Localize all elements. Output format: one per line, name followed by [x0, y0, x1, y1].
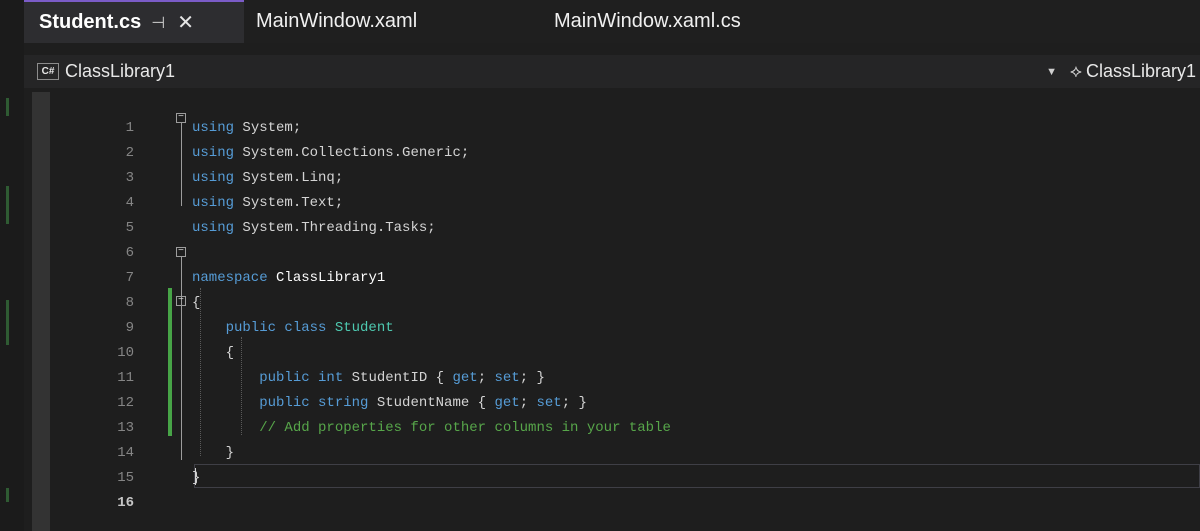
code-line: // Add properties for other columns in y…	[192, 420, 671, 436]
code-token: get	[494, 395, 520, 411]
code-token: get	[452, 370, 478, 386]
code-token: public int	[192, 370, 352, 386]
csharp-project-icon: C#	[37, 63, 59, 80]
line-number: 12	[117, 395, 134, 411]
class-icon: ⟡	[1070, 61, 1082, 81]
navigation-bar: C# ClassLibrary1 ▼ ⟡ ClassLibrary1	[24, 55, 1200, 88]
code-token: public class	[192, 320, 335, 336]
code-token: using	[192, 120, 235, 136]
tab-student-cs[interactable]: Student.cs ⊣ ✕	[24, 0, 244, 43]
line-number: 13	[117, 420, 134, 436]
code-token: ClassLibrary1	[267, 270, 386, 286]
line-number: 4	[125, 195, 134, 211]
line-number: 10	[117, 345, 134, 361]
chevron-down-icon[interactable]: ▼	[1046, 66, 1057, 78]
class-scope-label: ClassLibrary1	[1085, 61, 1196, 81]
code-token: System;	[234, 120, 302, 136]
code-token: namespace	[192, 270, 268, 286]
code-token: public string	[192, 395, 377, 411]
code-token: Student	[334, 320, 394, 336]
tab-label: Student.cs	[39, 11, 142, 33]
outline-line	[181, 257, 182, 460]
line-number: 5	[125, 220, 134, 236]
tab-label: MainWindow.xaml	[256, 10, 418, 32]
tab-mainwindow-xaml-cs[interactable]: MainWindow.xaml.cs	[542, 0, 862, 43]
change-bar	[168, 288, 172, 436]
code-token: {	[192, 345, 235, 361]
line-number: 1	[125, 120, 134, 136]
code-token: using	[192, 220, 235, 236]
code-token: System.Threading.Tasks;	[234, 220, 436, 236]
line-number: 8	[125, 295, 134, 311]
line-number: 3	[125, 170, 134, 186]
line-number: 14	[117, 445, 134, 461]
tab-label: MainWindow.xaml.cs	[554, 10, 741, 32]
rail-marker	[6, 488, 9, 502]
code-line: using System.Collections.Generic;	[192, 145, 469, 161]
code-line: using System.Threading.Tasks;	[192, 220, 436, 236]
code-token: StudentName {	[376, 395, 495, 411]
pin-icon[interactable]: ⊣	[151, 13, 165, 33]
code-line: namespace ClassLibrary1	[192, 270, 385, 286]
close-icon[interactable]: ✕	[177, 10, 194, 35]
line-number: 11	[117, 370, 134, 386]
code-line: public class Student	[192, 320, 394, 336]
code-token: }	[192, 445, 235, 461]
rail-marker	[6, 98, 9, 116]
current-line-highlight	[194, 464, 1200, 488]
code-token: System.Text;	[234, 195, 344, 211]
code-token: ;	[519, 395, 537, 411]
left-rail	[0, 0, 24, 531]
code-token: using	[192, 145, 235, 161]
tab-mainwindow-xaml[interactable]: MainWindow.xaml	[244, 0, 534, 43]
class-scope-selector[interactable]: ▼ ⟡ ClassLibrary1	[1046, 55, 1196, 88]
line-number: 16	[117, 495, 134, 511]
indicator-margin	[32, 92, 50, 531]
line-number: 2	[125, 145, 134, 161]
rail-marker	[6, 186, 9, 224]
code-line: }	[192, 470, 200, 486]
code-token: ;	[477, 370, 495, 386]
code-token: using	[192, 195, 235, 211]
code-token: // Add properties for other columns in y…	[192, 420, 671, 436]
outline-line	[181, 123, 182, 206]
rail-marker	[6, 300, 9, 345]
collapse-icon[interactable]: −	[176, 113, 186, 123]
line-number: 15	[117, 470, 134, 486]
code-line: using System;	[192, 120, 301, 136]
line-number: 6	[125, 245, 134, 261]
code-editor[interactable]: 1 2 3 4 5 6 7 8 9 10 11 12 13 14 15 16 − − − using Syst…	[24, 92, 1200, 531]
code-line: {	[192, 295, 200, 311]
code-token: set	[494, 370, 520, 386]
code-token: System.Collections.Generic;	[234, 145, 470, 161]
code-line: public int StudentID { get; set; }	[192, 370, 545, 386]
code-line: using System.Text;	[192, 195, 343, 211]
code-token: StudentID {	[351, 370, 453, 386]
code-token: System.Linq;	[234, 170, 344, 186]
document-tab-bar: Student.cs ⊣ ✕ MainWindow.xaml MainWindo…	[24, 0, 1200, 43]
line-number: 9	[125, 320, 134, 336]
line-number: 7	[125, 270, 134, 286]
code-token: ; }	[561, 395, 587, 411]
code-token: using	[192, 170, 235, 186]
code-line: }	[192, 445, 234, 461]
code-line: {	[192, 345, 234, 361]
project-selector[interactable]: ClassLibrary1	[65, 61, 175, 82]
code-token: {	[192, 295, 201, 311]
code-token: }	[192, 470, 201, 486]
code-line: public string StudentName { get; set; }	[192, 395, 587, 411]
code-token: set	[536, 395, 562, 411]
code-line: using System.Linq;	[192, 170, 343, 186]
code-token: ; }	[519, 370, 545, 386]
collapse-icon[interactable]: −	[176, 247, 186, 257]
collapse-icon[interactable]: −	[176, 296, 186, 306]
